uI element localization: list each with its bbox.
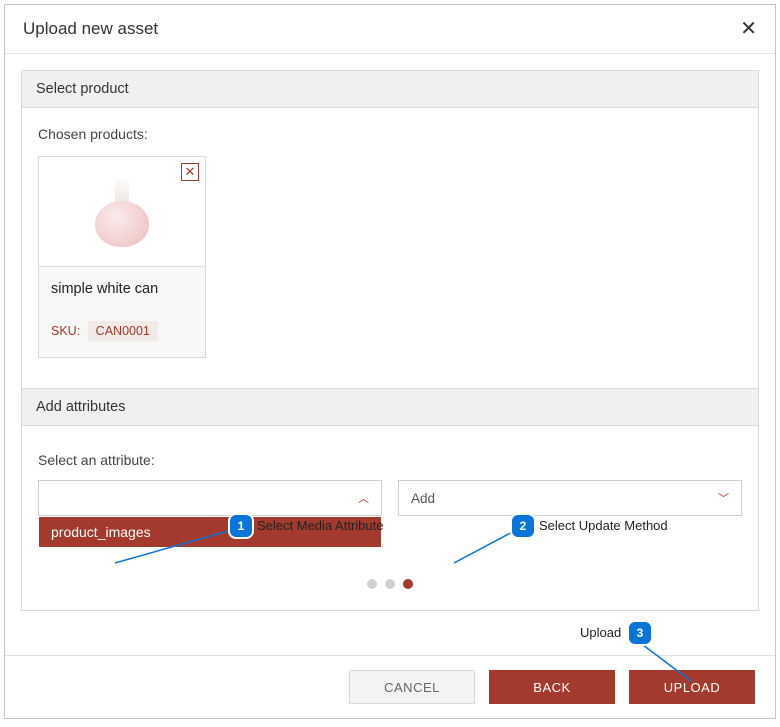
- annotation-label-3: Upload: [580, 625, 621, 640]
- annotation-label-2: Select Update Method: [539, 518, 668, 533]
- select-attribute-label: Select an attribute:: [38, 452, 742, 468]
- select-product-body: Chosen products: ✕ simple white can SKU:: [22, 108, 758, 388]
- sku-value: CAN0001: [88, 321, 158, 341]
- dialog-title: Upload new asset: [23, 19, 158, 39]
- step-dot-2[interactable]: [385, 579, 395, 589]
- product-info: simple white can SKU: CAN0001: [39, 267, 205, 357]
- back-button[interactable]: BACK: [489, 670, 615, 704]
- annotation-badge-2: 2: [512, 515, 534, 537]
- chosen-products-label: Chosen products:: [38, 126, 742, 142]
- update-method-value: Add: [411, 491, 435, 506]
- add-attributes-header: Add attributes: [22, 388, 758, 426]
- product-sku: SKU: CAN0001: [51, 321, 193, 341]
- update-method-select[interactable]: Add ﹀: [398, 480, 742, 516]
- product-image: [87, 177, 157, 247]
- product-image-area: ✕: [39, 157, 205, 267]
- product-name: simple white can: [51, 281, 193, 297]
- step-indicator: [38, 576, 742, 594]
- dialog-header: Upload new asset ✕: [5, 5, 775, 54]
- attribute-selects-row: ︿ product_images Add ﹀: [38, 480, 742, 516]
- upload-button[interactable]: UPLOAD: [629, 670, 755, 704]
- annotation-badge-1: 1: [230, 515, 252, 537]
- media-attribute-select[interactable]: ︿ product_images: [38, 480, 382, 516]
- dialog-footer: CANCEL BACK UPLOAD: [5, 655, 775, 718]
- step-dot-3[interactable]: [403, 579, 413, 589]
- step-dot-1[interactable]: [367, 579, 377, 589]
- annotation-label-1: Select Media Attribute: [257, 518, 383, 533]
- cancel-button[interactable]: CANCEL: [349, 670, 475, 704]
- annotation-badge-3: 3: [629, 622, 651, 644]
- product-card: ✕ simple white can SKU: CAN0001: [38, 156, 206, 358]
- dialog-body: Select product Chosen products: ✕ simple…: [5, 54, 775, 627]
- sku-label: SKU:: [51, 324, 80, 338]
- chevron-down-icon: ﹀: [718, 490, 729, 506]
- remove-product-icon[interactable]: ✕: [181, 163, 199, 181]
- select-product-header: Select product: [22, 71, 758, 108]
- upload-asset-dialog: Upload new asset ✕ Select product Chosen…: [4, 4, 776, 719]
- close-icon[interactable]: ✕: [740, 19, 757, 39]
- chevron-up-icon: ︿: [358, 490, 369, 506]
